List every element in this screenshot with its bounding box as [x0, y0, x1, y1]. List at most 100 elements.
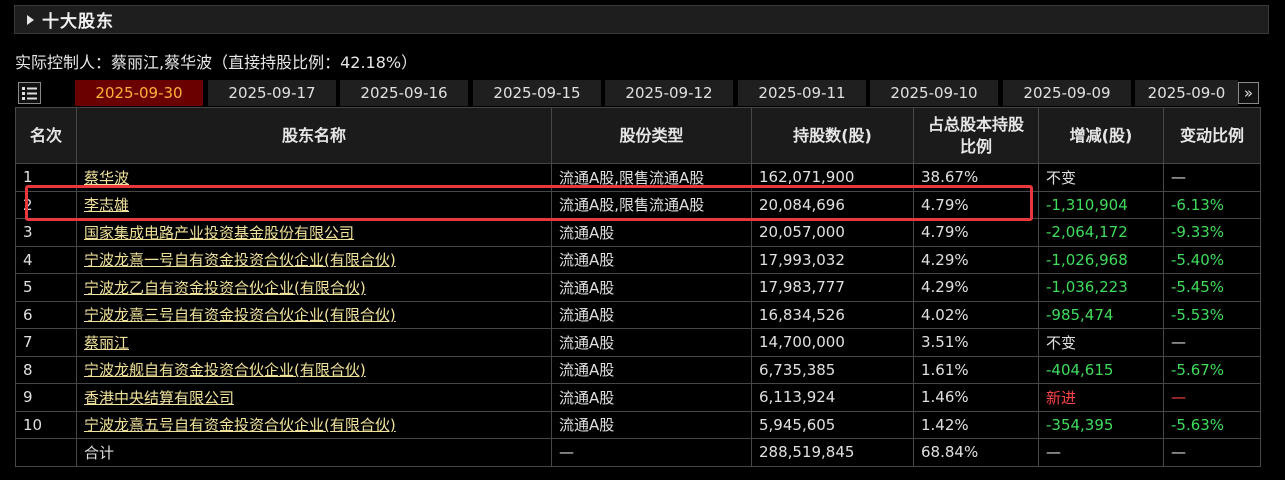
total-change-ratio-cell: —: [1163, 438, 1261, 467]
holder-name-link[interactable]: 香港中央结算有限公司: [84, 389, 234, 407]
rank-cell: 4: [15, 245, 77, 274]
share-type-cell: 流通A股: [551, 328, 752, 357]
ratio-cell: 4.79%: [913, 218, 1039, 247]
header-rank[interactable]: 名次: [15, 107, 77, 164]
table-row: 5 宁波龙乙自有资金投资合伙企业(有限合伙) 流通A股 17,983,777 4.29%…: [15, 273, 1261, 302]
total-rank-cell: [15, 438, 77, 467]
holder-name-cell: 蔡华波: [76, 163, 552, 192]
holder-name-cell: 宁波龙熹三号自有资金投资合伙企业(有限合伙): [76, 300, 552, 329]
holder-name-link[interactable]: 蔡华波: [84, 169, 129, 187]
change-cell: -2,064,172: [1038, 218, 1164, 247]
share-type-cell: 流通A股: [551, 355, 752, 384]
holder-name-link[interactable]: 宁波龙熹三号自有资金投资合伙企业(有限合伙): [84, 306, 396, 324]
header-holder-name[interactable]: 股东名称: [76, 107, 552, 164]
change-ratio-cell: —: [1163, 163, 1261, 192]
rank-cell: 5: [15, 273, 77, 302]
holder-name-cell: 蔡丽江: [76, 328, 552, 357]
shares-cell: 6,735,385: [751, 355, 914, 384]
share-type-cell: 流通A股: [551, 245, 752, 274]
change-cell: -404,615: [1038, 355, 1164, 384]
actual-controller-info: 实际控制人：蔡丽江,蔡华波（直接持股比例：42.18%）: [15, 53, 418, 72]
header-ratio[interactable]: 占总股本持股比例: [913, 107, 1039, 164]
header-share-type[interactable]: 股份类型: [551, 107, 752, 164]
shares-cell: 20,084,696: [751, 190, 914, 219]
header-change-ratio[interactable]: 变动比例: [1163, 107, 1261, 164]
total-shares-cell: 288,519,845: [751, 438, 914, 467]
change-ratio-cell: -5.63%: [1163, 410, 1261, 439]
holder-name-link[interactable]: 宁波龙熹五号自有资金投资合伙企业(有限合伙): [84, 416, 396, 434]
shares-cell: 14,700,000: [751, 328, 914, 357]
rank-cell: 3: [15, 218, 77, 247]
ratio-cell: 4.02%: [913, 300, 1039, 329]
list-menu-icon[interactable]: [18, 82, 41, 104]
change-cell: -1,026,968: [1038, 245, 1164, 274]
change-ratio-cell: -5.40%: [1163, 245, 1261, 274]
tab-date-8[interactable]: 2025-09-0: [1135, 80, 1238, 106]
share-type-cell: 流通A股,限售流通A股: [551, 190, 752, 219]
change-ratio-cell: -5.53%: [1163, 300, 1261, 329]
holder-name-link[interactable]: 宁波龙熹一号自有资金投资合伙企业(有限合伙): [84, 251, 396, 269]
header-shares[interactable]: 持股数(股): [751, 107, 914, 164]
table-header-row: 名次 股东名称 股份类型 持股数(股) 占总股本持股比例 增减(股) 变动比例: [15, 107, 1261, 164]
tab-date-1[interactable]: 2025-09-17: [208, 80, 336, 106]
rank-cell: 7: [15, 328, 77, 357]
holder-name-link[interactable]: 宁波龙舰自有资金投资合伙企业(有限合伙): [84, 361, 366, 379]
change-cell: -354,395: [1038, 410, 1164, 439]
tab-date-2[interactable]: 2025-09-16: [340, 80, 468, 106]
tab-date-3[interactable]: 2025-09-15: [473, 80, 601, 106]
holder-name-cell: 宁波龙舰自有资金投资合伙企业(有限合伙): [76, 355, 552, 384]
holder-name-link[interactable]: 李志雄: [84, 196, 129, 214]
tab-date-5[interactable]: 2025-09-11: [738, 80, 866, 106]
table-row: 3 国家集成电路产业投资基金股份有限公司 流通A股 20,057,000 4.79% -2…: [15, 218, 1261, 247]
holder-name-link[interactable]: 宁波龙乙自有资金投资合伙企业(有限合伙): [84, 279, 366, 297]
change-cell: -1,036,223: [1038, 273, 1164, 302]
share-type-cell: 流通A股,限售流通A股: [551, 163, 752, 192]
change-cell: -1,310,904: [1038, 190, 1164, 219]
shares-cell: 162,071,900: [751, 163, 914, 192]
ratio-cell: 4.79%: [913, 190, 1039, 219]
share-type-cell: 流通A股: [551, 218, 752, 247]
ratio-cell: 1.61%: [913, 355, 1039, 384]
tab-date-4[interactable]: 2025-09-12: [605, 80, 733, 106]
table-row: 8 宁波龙舰自有资金投资合伙企业(有限合伙) 流通A股 6,735,385 1.61% -…: [15, 355, 1261, 384]
header-change[interactable]: 增减(股): [1038, 107, 1164, 164]
shares-cell: 20,057,000: [751, 218, 914, 247]
table-row: 10 宁波龙熹五号自有资金投资合伙企业(有限合伙) 流通A股 5,945,605 1.4…: [15, 410, 1261, 439]
holder-name-cell: 宁波龙乙自有资金投资合伙企业(有限合伙): [76, 273, 552, 302]
ratio-cell: 3.51%: [913, 328, 1039, 357]
total-row: 合计 —288,519,845 68.84% — —: [15, 438, 1261, 467]
holder-name-cell: 国家集成电路产业投资基金股份有限公司: [76, 218, 552, 247]
rank-cell: 2: [15, 190, 77, 219]
rank-cell: 10: [15, 410, 77, 439]
shares-cell: 17,993,032: [751, 245, 914, 274]
top-ten-holders-table: 名次 股东名称 股份类型 持股数(股) 占总股本持股比例 增减(股) 变动比例 …: [15, 107, 1261, 467]
rank-cell: 1: [15, 163, 77, 192]
holder-name-link[interactable]: 国家集成电路产业投资基金股份有限公司: [84, 224, 354, 242]
shares-cell: 6,113,924: [751, 383, 914, 412]
change-cell: 新进: [1038, 383, 1164, 412]
change-ratio-cell: -5.67%: [1163, 355, 1261, 384]
double-chevron-right-icon[interactable]: »: [1238, 82, 1259, 104]
tab-date-0[interactable]: 2025-09-30: [75, 80, 203, 106]
section-header[interactable]: 十大股东: [14, 5, 1269, 34]
caret-right-icon: [27, 14, 34, 25]
share-type-cell: 流通A股: [551, 383, 752, 412]
shares-cell: 5,945,605: [751, 410, 914, 439]
header-ratio-label: 占总股本持股比例: [927, 114, 1024, 156]
total-ratio-cell: 68.84%: [913, 438, 1039, 467]
tab-date-7[interactable]: 2025-09-09: [1003, 80, 1131, 106]
holder-name-cell: 李志雄: [76, 190, 552, 219]
tab-date-6[interactable]: 2025-09-10: [870, 80, 998, 106]
table-row: 6 宁波龙熹三号自有资金投资合伙企业(有限合伙) 流通A股 16,834,526 4.0…: [15, 300, 1261, 329]
change-ratio-cell: -6.13%: [1163, 190, 1261, 219]
ratio-cell: 4.29%: [913, 273, 1039, 302]
holder-name-cell: 宁波龙熹五号自有资金投资合伙企业(有限合伙): [76, 410, 552, 439]
total-label-cell: 合计: [76, 438, 552, 467]
holder-name-cell: 香港中央结算有限公司: [76, 383, 552, 412]
total-change-cell: —: [1038, 438, 1164, 467]
holder-name-cell: 宁波龙熹一号自有资金投资合伙企业(有限合伙): [76, 245, 552, 274]
ratio-cell: 4.29%: [913, 245, 1039, 274]
holder-name-link[interactable]: 蔡丽江: [84, 334, 129, 352]
ratio-cell: 1.46%: [913, 383, 1039, 412]
rank-cell: 9: [15, 383, 77, 412]
